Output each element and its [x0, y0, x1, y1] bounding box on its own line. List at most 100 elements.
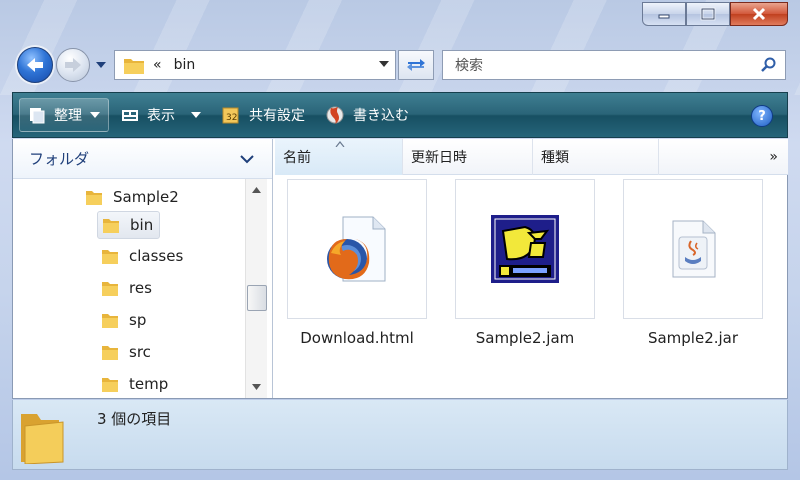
share-button[interactable]: 32 共有設定: [213, 98, 313, 132]
back-button[interactable]: [17, 47, 53, 83]
column-headers: 名前 更新日時 種類 »: [275, 139, 788, 175]
search-box[interactable]: 検索: [442, 50, 786, 80]
more-columns-icon: »: [769, 149, 778, 165]
search-input[interactable]: 検索: [455, 55, 483, 75]
sort-ascending-icon: [335, 141, 345, 147]
tree-item-label: classes: [129, 247, 184, 265]
tree-item-res[interactable]: res: [101, 274, 152, 302]
navigation-pane: フォルダ Sample2 bin classes res sp src temp: [13, 139, 273, 398]
folders-header-label: フォルダ: [29, 150, 90, 168]
folders-header[interactable]: フォルダ: [13, 139, 272, 179]
views-button[interactable]: 表示: [113, 98, 209, 132]
tree-item-label: Sample2: [113, 188, 179, 206]
folder-tree: Sample2 bin classes res sp src temp: [13, 179, 245, 398]
refresh-button[interactable]: [398, 50, 434, 80]
tree-item-label: bin: [130, 216, 154, 234]
chevron-down-icon: [90, 112, 100, 118]
views-icon: [122, 110, 138, 121]
tree-item-temp[interactable]: temp: [101, 370, 168, 398]
chevron-down-icon[interactable]: [240, 154, 254, 164]
help-button[interactable]: ?: [751, 105, 773, 127]
breadcrumb-overflow[interactable]: «: [153, 57, 162, 73]
search-icon[interactable]: [761, 57, 777, 73]
maximize-button[interactable]: [686, 2, 730, 26]
details-pane: 3 個の項目: [12, 400, 788, 470]
arrow-right-icon: [65, 58, 81, 72]
caption-buttons: [642, 2, 788, 28]
column-header-name-label: 名前: [283, 150, 311, 166]
more-columns-button[interactable]: »: [659, 139, 788, 175]
folder-icon: [102, 250, 118, 264]
scrollbar-thumb[interactable]: [247, 285, 267, 311]
column-header-date-label: 更新日時: [411, 150, 467, 166]
navigation-bar: « bin 検索: [0, 40, 800, 90]
refresh-icon: [407, 59, 425, 71]
column-header-name[interactable]: 名前: [275, 139, 403, 175]
minimize-button[interactable]: [642, 2, 686, 26]
arrow-left-icon: [27, 58, 43, 72]
file-item-download-html[interactable]: Download.html: [287, 179, 427, 355]
tree-item-sp[interactable]: sp: [101, 306, 146, 334]
tree-item-src[interactable]: src: [101, 338, 151, 366]
folder-icon: [86, 191, 102, 205]
organize-label: 整理: [54, 108, 82, 124]
close-icon: [752, 7, 766, 21]
content-area: フォルダ Sample2 bin classes res sp src temp…: [12, 139, 788, 399]
organize-icon: [30, 108, 45, 124]
file-name: Sample2.jar: [647, 329, 739, 347]
folder-icon: [102, 346, 118, 360]
close-button[interactable]: [730, 2, 788, 26]
burn-disc-icon: [326, 106, 344, 124]
folder-icon: [102, 282, 118, 296]
tree-item-bin[interactable]: bin: [97, 211, 161, 239]
views-label: 表示: [147, 108, 175, 124]
file-thumbnail[interactable]: [287, 179, 427, 319]
folder-icon: [103, 219, 119, 233]
tree-item-classes[interactable]: classes: [101, 242, 183, 270]
address-breadcrumb: « bin: [153, 57, 195, 73]
file-name: Sample2.jam: [475, 329, 575, 347]
explorer-window: « bin 検索 整理 表示 32 共有設定 書き込む ? フォルダ Sample…: [0, 0, 800, 480]
folder-icon: [21, 414, 64, 464]
tree-item-sample2[interactable]: Sample2: [85, 183, 179, 211]
share-icon: 32: [222, 107, 239, 124]
file-item-sample2-jam[interactable]: Sample2.jam: [455, 179, 595, 355]
file-list-pane: 名前 更新日時 種類 » Download.html Sample2.jam S…: [275, 139, 788, 398]
svg-text:32: 32: [226, 113, 237, 123]
item-count: 3 個の項目: [97, 410, 172, 428]
chevron-down-icon[interactable]: [379, 61, 389, 67]
tree-item-label: res: [129, 279, 152, 297]
tree-item-label: src: [129, 343, 151, 361]
folder-icon: [102, 378, 118, 392]
chevron-down-icon: [191, 112, 201, 118]
file-name: Download.html: [300, 329, 414, 347]
organize-button[interactable]: 整理: [19, 98, 109, 132]
file-thumbnail[interactable]: [623, 179, 763, 319]
burn-label: 書き込む: [353, 108, 409, 124]
maximize-icon: [700, 7, 716, 21]
java-jar-icon: [672, 220, 716, 278]
folder-icon: [124, 59, 144, 74]
folder-tree-scrollbar[interactable]: [245, 179, 267, 398]
recent-pages-dropdown[interactable]: [94, 58, 108, 72]
tree-item-label: temp: [129, 375, 169, 393]
tree-item-label: sp: [129, 311, 147, 329]
minimize-icon: [658, 14, 670, 19]
breadcrumb-bin[interactable]: bin: [174, 57, 196, 73]
address-bar[interactable]: « bin: [114, 50, 396, 80]
column-header-type[interactable]: 種類: [533, 139, 659, 175]
burn-button[interactable]: 書き込む: [317, 98, 417, 132]
command-bar: 整理 表示 32 共有設定 書き込む ?: [12, 92, 788, 138]
firefox-html-icon: [327, 216, 386, 282]
chevron-down-icon: [96, 62, 106, 68]
help-icon: ?: [758, 108, 766, 124]
file-item-sample2-jar[interactable]: Sample2.jar: [623, 179, 763, 355]
scroll-down-icon[interactable]: [252, 384, 261, 390]
scroll-up-icon[interactable]: [252, 187, 261, 193]
share-label: 共有設定: [249, 108, 305, 124]
folder-icon: [102, 314, 118, 328]
forward-button[interactable]: [56, 48, 90, 82]
column-header-type-label: 種類: [541, 150, 569, 166]
column-header-date[interactable]: 更新日時: [403, 139, 533, 175]
file-thumbnail[interactable]: [455, 179, 595, 319]
